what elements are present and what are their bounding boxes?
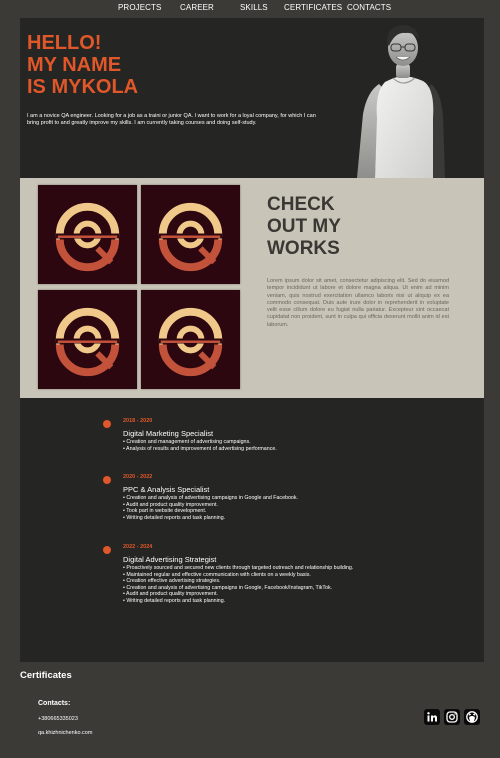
career-entry: 2022 - 2024 Digital Advertising Strategi… (103, 544, 363, 605)
nav-career[interactable]: CAREER (180, 3, 214, 12)
hero-title: HELLO! MY NAME IS MYKOLA (27, 32, 138, 98)
career-point: • Creation and management of advertising… (123, 439, 251, 445)
career-point: • Creation and analysis of advertising c… (123, 495, 298, 501)
timeline-dot (103, 476, 111, 484)
qa-logo-icon (55, 307, 120, 377)
career-points: • Creation and management of advertising… (123, 439, 363, 452)
work-tile[interactable] (141, 185, 240, 284)
instagram-glyph (446, 711, 458, 723)
timeline-dot (103, 420, 111, 428)
career-date: 2018 - 2020 (123, 418, 153, 424)
qa-logo-icon (158, 202, 223, 272)
linkedin-icon[interactable] (424, 709, 440, 725)
certificates-heading: Certificates (20, 670, 72, 681)
works-section: CHECK OUT MY WORKS Lorem ipsum dolor sit… (20, 178, 484, 398)
contacts-label: Contacts: (38, 700, 71, 707)
works-title-line: WORKS (267, 238, 340, 259)
works-title: CHECK OUT MY WORKS (267, 194, 341, 260)
works-title-line: OUT MY (267, 216, 341, 237)
hero-intro: I am a novice QA engineer. Looking for a… (27, 113, 316, 126)
work-tile[interactable] (38, 290, 137, 389)
career-section: 2018 - 2020 Digital Marketing Specialist… (20, 398, 484, 662)
career-entry: 2018 - 2020 Digital Marketing Specialist… (103, 418, 363, 452)
career-point: • Creation effective advertising strateg… (123, 578, 221, 585)
career-date: 2022 - 2024 (123, 544, 153, 550)
instagram-icon[interactable] (444, 709, 460, 725)
top-nav: PROJECTS CAREER SKILLS CERTIFICATES CONT… (0, 0, 500, 18)
career-point: • Proactively sourced and secured new cl… (123, 565, 354, 571)
works-description: Lorem ipsum dolor sit amet, consectetur … (267, 278, 449, 328)
qa-logo-icon (158, 307, 223, 377)
career-entry: 2020 - 2022 PPC & Analysis Specialist • … (103, 474, 363, 521)
hero-title-line: IS MYKOLA (27, 76, 139, 98)
works-title-line: CHECK (267, 194, 335, 215)
nav-contacts[interactable]: CONTACTS (347, 3, 391, 12)
linkedin-glyph (427, 712, 437, 722)
career-point: • Writing detailed reports and task plan… (123, 514, 226, 521)
github-glyph (466, 711, 478, 723)
nav-certificates[interactable]: CERTIFICATES (284, 3, 342, 12)
hero-title-line: HELLO! (27, 32, 102, 54)
career-point: • Took part in website development. (123, 508, 207, 515)
career-point: • Audit and product quality improvement. (123, 501, 218, 508)
career-role: PPC & Analysis Specialist (123, 485, 210, 494)
contact-email[interactable]: qa.khizhnichenko.com (38, 730, 92, 736)
career-points: • Creation and analysis of advertising c… (123, 495, 363, 521)
career-role: Digital Advertising Strategist (123, 555, 217, 564)
career-points: • Proactively sourced and secured new cl… (123, 565, 363, 605)
career-point: • Analysis of results and improvement of… (123, 445, 277, 452)
contact-phone[interactable]: +380665335023 (38, 716, 78, 722)
career-point: • Maintained regular and effective commu… (123, 571, 311, 578)
career-point: • Writing detailed reports and task plan… (123, 597, 226, 604)
hero-section: HELLO! MY NAME IS MYKOLA I am a novice Q… (20, 18, 484, 178)
work-tile[interactable] (38, 185, 137, 284)
profile-photo (357, 25, 445, 178)
timeline-dot (103, 546, 111, 554)
github-icon[interactable] (464, 709, 480, 725)
nav-skills[interactable]: SKILLS (240, 3, 268, 12)
qa-logo-icon (55, 202, 120, 272)
career-point: • Creation and analysis of advertising c… (123, 584, 333, 591)
career-point: • Audit and product quality improvement. (123, 591, 218, 598)
hero-title-line: MY NAME (27, 54, 122, 76)
nav-projects[interactable]: PROJECTS (118, 3, 161, 12)
career-role: Digital Marketing Specialist (123, 429, 214, 438)
career-date: 2020 - 2022 (123, 474, 153, 480)
work-tile[interactable] (141, 290, 240, 389)
